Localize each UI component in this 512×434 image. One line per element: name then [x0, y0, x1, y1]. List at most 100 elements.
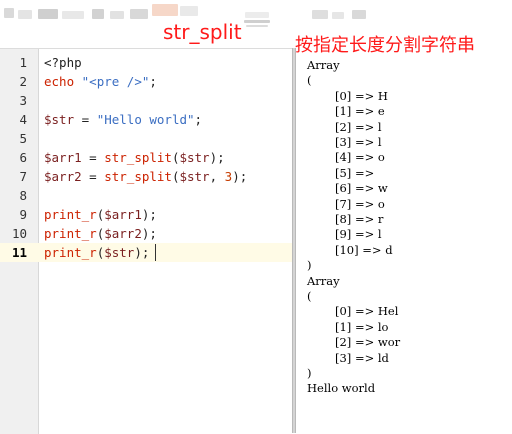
top-banner: str_split 按指定长度分割字符串 [0, 0, 512, 56]
blurred-title-fragment [92, 9, 104, 19]
blurred-title-fragment [246, 25, 268, 27]
line-number: 9 [19, 207, 27, 222]
code-token: "Hello world" [96, 112, 195, 127]
text-cursor [155, 244, 156, 261]
output-line: [1] => lo [335, 319, 389, 334]
output-line: [10] => d [335, 242, 393, 257]
code-token: str_split [104, 150, 172, 165]
output-line: Array [307, 273, 340, 288]
code-line[interactable]: 2 echo "<pre />"; [0, 72, 292, 91]
blurred-title-fragment [352, 10, 366, 19]
code-line[interactable]: 8 [0, 186, 292, 205]
code-text[interactable]: echo "<pre />"; [44, 72, 157, 91]
output-line: ) [307, 258, 312, 273]
code-token: $arr1 [44, 150, 82, 165]
output-line: ( [307, 289, 312, 303]
code-line[interactable]: 4 $str = "Hello world"; [0, 110, 292, 129]
line-number: 8 [19, 188, 27, 203]
blurred-title-fragment [18, 10, 32, 19]
output-line: [2] => l [335, 119, 382, 134]
code-token: $str [179, 150, 210, 165]
code-token: $arr2 [104, 226, 142, 241]
code-line[interactable]: 6 $arr1 = str_split($str); [0, 148, 292, 167]
line-number: 5 [19, 131, 27, 146]
code-line[interactable]: 1 <?php [0, 53, 292, 72]
code-token: str_split [104, 169, 172, 184]
blurred-title-fragment [130, 9, 148, 19]
output-line: [7] => o [335, 196, 385, 211]
blurred-title-fragment [110, 11, 124, 19]
line-number: 6 [19, 150, 27, 165]
code-token: print_r [44, 226, 97, 241]
output-line: Hello world [307, 381, 376, 396]
code-token: $str [104, 245, 135, 260]
code-token: echo [44, 74, 75, 89]
blurred-title-fragment [4, 8, 14, 18]
blurred-title-fragment [62, 11, 84, 19]
code-token: ; [149, 74, 157, 89]
code-token: $str [44, 112, 75, 127]
line-number: 11 [11, 245, 27, 260]
code-token: <?php [44, 55, 82, 70]
code-text[interactable]: $arr2 = str_split($str, 3); [44, 167, 247, 186]
blurred-title-fragment [38, 9, 58, 19]
code-editor[interactable]: 1 <?php 2 echo "<pre />"; 3 4 $str = "Hello wo… [0, 48, 292, 434]
code-token: print_r [44, 245, 97, 260]
code-line[interactable]: 5 [0, 129, 292, 148]
code-token: ; [194, 112, 203, 127]
code-token: , [209, 169, 225, 184]
line-number: 3 [19, 93, 27, 108]
code-text[interactable]: print_r($str); [44, 243, 149, 262]
code-token: = [81, 169, 105, 184]
code-token: $arr2 [44, 169, 82, 184]
code-token: = [81, 150, 105, 165]
output-line: [3] => l [335, 135, 382, 149]
output-line: [1] => e [335, 104, 385, 119]
code-text[interactable]: $arr1 = str_split($str); [44, 148, 225, 167]
output-line: [8] => r [335, 212, 384, 226]
output-line: [9] => l [335, 227, 382, 242]
code-token: ); [141, 226, 157, 241]
code-line[interactable]: 11 print_r($str); [0, 243, 292, 262]
line-number: 7 [19, 169, 27, 184]
code-token: ); [232, 169, 248, 184]
blurred-title-fragment [152, 4, 178, 16]
output-line: Array [307, 58, 340, 72]
line-number: 2 [19, 74, 27, 89]
code-token: $arr1 [104, 207, 142, 222]
code-line[interactable]: 10 print_r($arr2); [0, 224, 292, 243]
output-line: [0] => H [335, 88, 388, 103]
blurred-title-fragment [312, 10, 328, 19]
code-line[interactable]: 9 print_r($arr1); [0, 205, 292, 224]
output-pane: Array([0] => H [1] => e [2] => l [3] => l [4… [296, 56, 512, 433]
output-line: [2] => wor [335, 335, 401, 350]
output-line: ) [307, 366, 312, 380]
line-number: 1 [19, 55, 27, 70]
code-text[interactable]: print_r($arr1); [44, 205, 157, 224]
code-token: = [74, 112, 97, 127]
blurred-title-fragment [180, 6, 198, 16]
output-line: [5] => [335, 165, 375, 180]
code-token: "<pre />" [81, 74, 150, 89]
output-line: [6] => w [335, 181, 388, 196]
code-token: ); [141, 207, 157, 222]
code-token: $str [179, 169, 210, 184]
blurred-title-fragment [245, 12, 269, 18]
output-line: [0] => Hel [335, 304, 399, 319]
code-text[interactable]: $str = "Hello world"; [44, 110, 202, 129]
line-number: 4 [19, 112, 27, 127]
code-line[interactable]: 3 [0, 91, 292, 110]
output-line: [4] => o [335, 150, 385, 165]
code-text[interactable]: print_r($arr2); [44, 224, 157, 243]
page-title: str_split [163, 20, 242, 44]
line-number: 10 [11, 226, 27, 241]
output-line: ( [307, 73, 312, 88]
page-subtitle: 按指定长度分割字符串 [295, 35, 475, 56]
code-text[interactable]: <?php [44, 53, 82, 72]
output-line: [3] => ld [335, 350, 389, 365]
code-line[interactable]: 7 $arr2 = str_split($str, 3); [0, 167, 292, 186]
code-token: ); [134, 245, 150, 260]
blurred-title-fragment [332, 12, 344, 19]
blurred-title-fragment [244, 20, 270, 23]
